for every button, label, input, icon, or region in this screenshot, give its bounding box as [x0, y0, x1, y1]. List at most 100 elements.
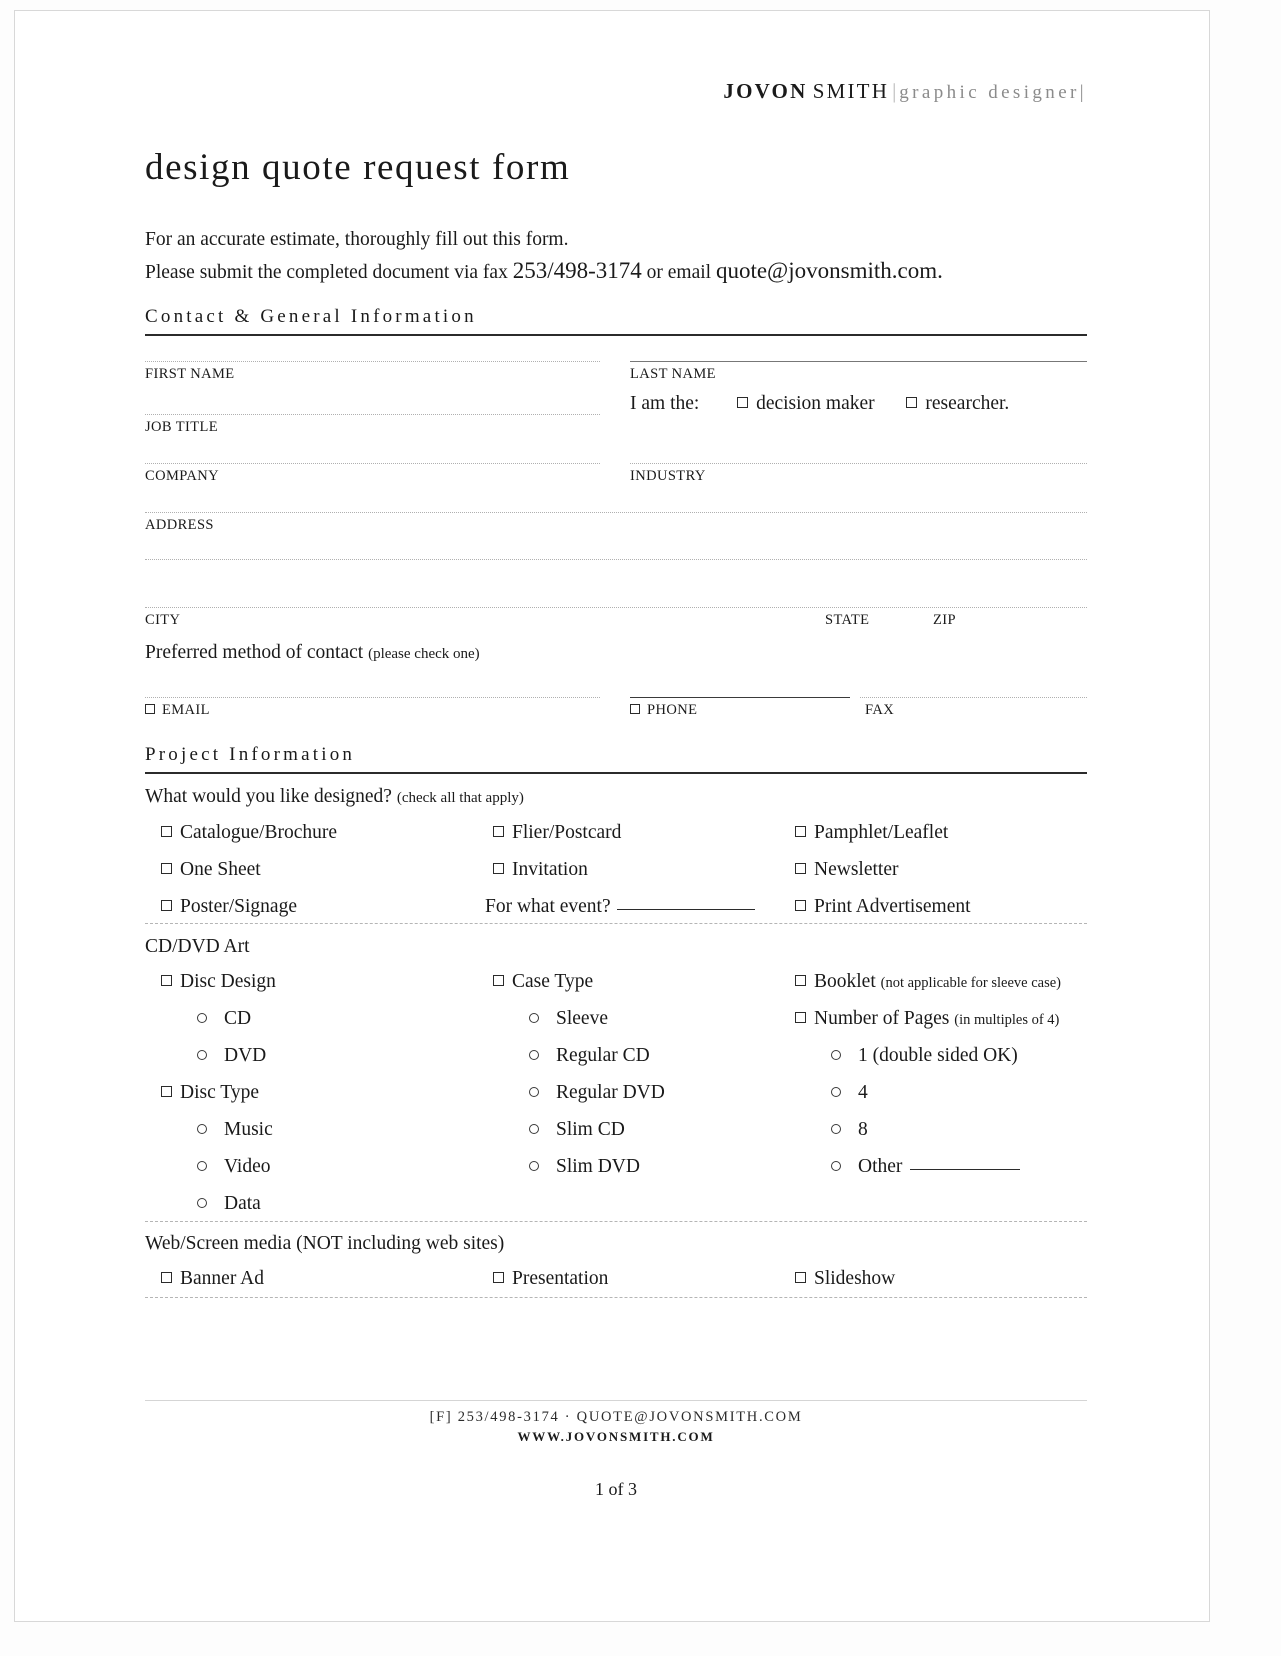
radio-slim-dvd-icon[interactable] [529, 1161, 539, 1171]
checkbox-presentation-icon[interactable] [493, 1272, 504, 1283]
option-disc-dvd[interactable]: DVD [161, 1045, 266, 1067]
field-fax[interactable]: FAX [860, 697, 1087, 743]
option-pamphlet-leaflet[interactable]: Pamphlet/Leaflet [795, 822, 948, 844]
role-option-decision-maker: decision maker [756, 393, 875, 414]
option-label: Print Advertisement [814, 896, 971, 917]
checkbox-pamphlet-leaflet-icon[interactable] [795, 826, 806, 837]
radio-pages-1-icon[interactable] [831, 1050, 841, 1060]
option-case-sleeve[interactable]: Sleeve [493, 1008, 608, 1030]
option-disc-cd[interactable]: CD [161, 1008, 251, 1030]
checkbox-invitation-icon[interactable] [493, 863, 504, 874]
field-job-title[interactable]: JOB TITLE [145, 414, 600, 463]
pages-other-blank-line[interactable] [910, 1169, 1021, 1170]
radio-regular-dvd-icon[interactable] [529, 1087, 539, 1097]
option-invitation[interactable]: Invitation [493, 859, 588, 881]
option-label: Regular CD [556, 1045, 650, 1066]
brand-role-close: | [1079, 82, 1087, 103]
checkbox-email-icon[interactable] [145, 704, 155, 714]
option-number-of-pages[interactable]: Number of Pages (in multiples of 4) [795, 1008, 1059, 1030]
option-case-slim-cd[interactable]: Slim CD [493, 1119, 625, 1141]
checkbox-decision-maker-icon[interactable] [737, 397, 749, 408]
radio-music-icon[interactable] [197, 1124, 207, 1134]
checkbox-poster-signage-icon[interactable] [161, 900, 172, 911]
designed-question-hint: (check all that apply) [396, 790, 524, 806]
radio-data-icon[interactable] [197, 1198, 207, 1208]
checkbox-number-of-pages-icon[interactable] [795, 1012, 806, 1023]
field-address[interactable]: ADDRESS [145, 512, 1087, 559]
cd-dvd-row-6: Video Slim DVD Other [145, 1156, 1087, 1193]
option-case-regular-cd[interactable]: Regular CD [493, 1045, 650, 1067]
field-company[interactable]: COMPANY [145, 463, 600, 512]
checkbox-phone-icon[interactable] [630, 704, 640, 714]
option-booklet[interactable]: Booklet (not applicable for sleeve case) [795, 971, 1061, 993]
field-label-city: CITY [145, 612, 181, 628]
option-label: Invitation [512, 859, 588, 880]
option-pages-1[interactable]: 1 (double sided OK) [795, 1045, 1018, 1067]
intro-line-1: For an accurate estimate, thoroughly fil… [145, 229, 569, 250]
option-label: Poster/Signage [180, 896, 297, 917]
checkbox-booklet-icon[interactable] [795, 975, 806, 986]
checkbox-disc-type-icon[interactable] [161, 1086, 172, 1097]
option-case-type[interactable]: Case Type [493, 971, 593, 993]
field-email[interactable]: EMAIL [145, 697, 600, 743]
option-label: Music [224, 1119, 273, 1140]
contact-method-question: Preferred method of contact (please chec… [145, 642, 480, 664]
field-first-name[interactable]: FIRST NAME [145, 361, 600, 413]
option-banner-ad[interactable]: Banner Ad [161, 1268, 264, 1290]
option-case-slim-dvd[interactable]: Slim DVD [493, 1156, 640, 1178]
checkbox-newsletter-icon[interactable] [795, 863, 806, 874]
field-city[interactable]: CITY STATE ZIP [145, 607, 1087, 645]
checkbox-slideshow-icon[interactable] [795, 1272, 806, 1283]
footer-website: WWW.JOVONSMITH.COM [517, 1429, 715, 1444]
checkbox-print-advertisement-icon[interactable] [795, 900, 806, 911]
radio-dvd-icon[interactable] [197, 1050, 207, 1060]
field-industry[interactable]: INDUSTRY [630, 463, 1087, 512]
option-disc-type[interactable]: Disc Type [161, 1082, 259, 1104]
field-label-first-name: FIRST NAME [145, 366, 235, 382]
checkbox-one-sheet-icon[interactable] [161, 863, 172, 874]
radio-slim-cd-icon[interactable] [529, 1124, 539, 1134]
option-case-regular-dvd[interactable]: Regular DVD [493, 1082, 665, 1104]
option-disc-type-music[interactable]: Music [161, 1119, 273, 1141]
option-slideshow[interactable]: Slideshow [795, 1268, 895, 1290]
option-presentation[interactable]: Presentation [493, 1268, 608, 1290]
option-pages-8[interactable]: 8 [795, 1119, 868, 1141]
event-prompt-field[interactable]: For what event? [485, 896, 755, 918]
option-print-advertisement[interactable]: Print Advertisement [795, 896, 971, 918]
option-pages-4[interactable]: 4 [795, 1082, 868, 1104]
print-options-row-1: Catalogue/Brochure Flier/Postcard Pamphl… [145, 822, 1087, 859]
radio-pages-other-icon[interactable] [831, 1161, 841, 1171]
option-pages-other[interactable]: Other [795, 1156, 1021, 1178]
footer-contact-line: [F] 253/498-3174 · QUOTE@JOVONSMITH.COM [429, 1409, 803, 1425]
radio-pages-8-icon[interactable] [831, 1124, 841, 1134]
intro-line-2: Please submit the completed document via… [145, 255, 943, 288]
option-disc-type-data[interactable]: Data [161, 1193, 261, 1215]
option-newsletter[interactable]: Newsletter [795, 859, 898, 881]
checkbox-catalogue-brochure-icon[interactable] [161, 826, 172, 837]
option-one-sheet[interactable]: One Sheet [161, 859, 261, 881]
option-catalogue-brochure[interactable]: Catalogue/Brochure [161, 822, 337, 844]
option-poster-signage[interactable]: Poster/Signage [161, 896, 297, 918]
divider-print-cd [145, 923, 1087, 924]
checkbox-case-type-icon[interactable] [493, 975, 504, 986]
field-phone[interactable]: PHONE [630, 697, 850, 743]
event-blank-line[interactable] [616, 909, 755, 910]
option-label: Pamphlet/Leaflet [814, 822, 949, 843]
option-label: Video [224, 1156, 271, 1177]
radio-cd-icon[interactable] [197, 1013, 207, 1023]
radio-video-icon[interactable] [197, 1161, 207, 1171]
checkbox-disc-design-icon[interactable] [161, 975, 172, 986]
checkbox-banner-ad-icon[interactable] [161, 1272, 172, 1283]
designed-question-label: What would you like designed? [145, 786, 392, 807]
checkbox-researcher-icon[interactable] [906, 397, 918, 408]
radio-regular-cd-icon[interactable] [529, 1050, 539, 1060]
option-flier-postcard[interactable]: Flier/Postcard [493, 822, 621, 844]
brand-header: JOVON SMITH | graphic designer| [723, 79, 1087, 104]
radio-sleeve-icon[interactable] [529, 1013, 539, 1023]
checkbox-flier-postcard-icon[interactable] [493, 826, 504, 837]
radio-pages-4-icon[interactable] [831, 1087, 841, 1097]
option-disc-design[interactable]: Disc Design [161, 971, 276, 993]
field-address-line-2[interactable] [145, 559, 1087, 607]
option-disc-type-video[interactable]: Video [161, 1156, 270, 1178]
intro-fax-number: 253/498-3174 [512, 258, 642, 283]
